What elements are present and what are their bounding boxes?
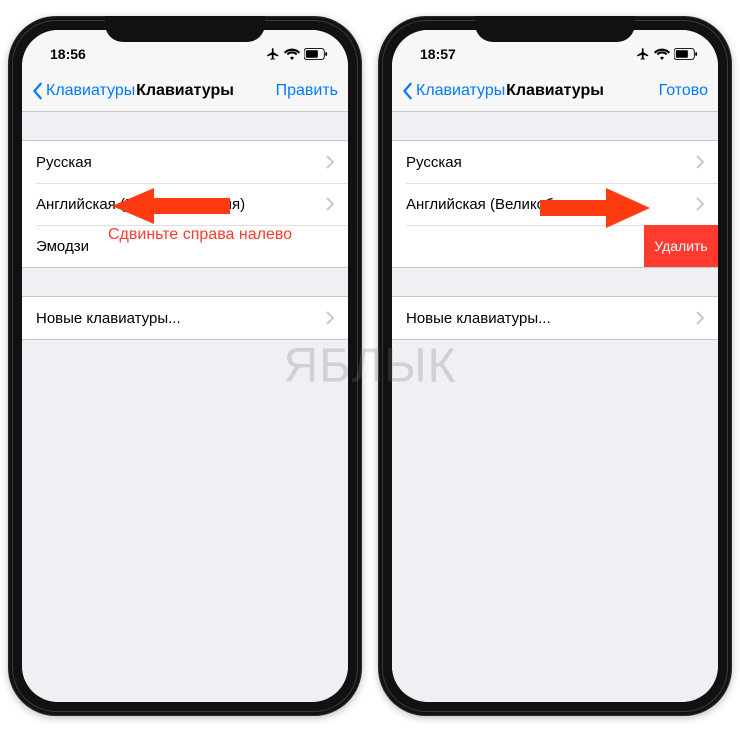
nav-edit-button[interactable]: Править [276, 82, 338, 100]
keyboard-row-russian[interactable]: Русская [22, 141, 348, 183]
add-keyboard-list: Новые клавиатуры... [22, 296, 348, 340]
phone-frame-right: 18:57 Клавиатуры Клавиатуры Готово [378, 16, 732, 716]
nav-bar: Клавиатуры Клавиатуры Править [22, 70, 348, 112]
row-label: Русская [406, 154, 462, 171]
screen-right: 18:57 Клавиатуры Клавиатуры Готово [392, 30, 718, 702]
nav-done-button[interactable]: Готово [659, 82, 708, 100]
keyboard-row-emoji-swiped[interactable]: и Удалить [392, 225, 718, 267]
annotation-caption: Сдвиньте справа налево [108, 226, 292, 244]
row-label: Новые клавиатуры... [36, 310, 181, 327]
nav-title: Клавиатуры [506, 82, 604, 100]
wifi-icon [654, 48, 670, 60]
nav-title: Клавиатуры [136, 82, 234, 100]
airplane-mode-icon [266, 47, 280, 61]
nav-back-label: Клавиатуры [416, 82, 505, 100]
row-label: Английская (Великобритания) [406, 196, 615, 213]
screen-left: 18:56 Клавиатуры Клавиатуры Править [22, 30, 348, 702]
status-right [266, 47, 328, 61]
nav-back-button[interactable]: Клавиатуры [402, 82, 505, 100]
row-label: Английская (Великобритания) [36, 196, 245, 213]
chevron-left-icon [402, 82, 414, 100]
battery-icon [674, 48, 698, 60]
keyboard-row-english[interactable]: Английская (Великобритания) [392, 183, 718, 225]
status-time: 18:56 [50, 46, 86, 62]
nav-bar: Клавиатуры Клавиатуры Готово [392, 70, 718, 112]
add-keyboard-row[interactable]: Новые клавиатуры... [392, 297, 718, 339]
chevron-right-icon [696, 311, 704, 325]
keyboards-list: Русская Английская (Великобритания) и Уд… [392, 140, 718, 268]
row-label: Эмодзи [36, 238, 89, 255]
content-area: Русская Английская (Великобритания) Эмод… [22, 112, 348, 702]
keyboards-list: Русская Английская (Великобритания) Эмод… [22, 140, 348, 268]
add-keyboard-list: Новые клавиатуры... [392, 296, 718, 340]
content-area: Русская Английская (Великобритания) и Уд… [392, 112, 718, 702]
chevron-right-icon [696, 197, 704, 211]
notch [475, 16, 635, 42]
nav-back-button[interactable]: Клавиатуры [32, 82, 135, 100]
chevron-right-icon [696, 155, 704, 169]
wifi-icon [284, 48, 300, 60]
chevron-right-icon [326, 155, 334, 169]
row-label: Новые клавиатуры... [406, 310, 551, 327]
keyboard-row-russian[interactable]: Русская [392, 141, 718, 183]
battery-icon [304, 48, 328, 60]
nav-back-label: Клавиатуры [46, 82, 135, 100]
chevron-right-icon [326, 311, 334, 325]
delete-button[interactable]: Удалить [644, 225, 718, 267]
airplane-mode-icon [636, 47, 650, 61]
keyboard-row-english[interactable]: Английская (Великобритания) [22, 183, 348, 225]
chevron-left-icon [32, 82, 44, 100]
add-keyboard-row[interactable]: Новые клавиатуры... [22, 297, 348, 339]
chevron-right-icon [326, 197, 334, 211]
status-time: 18:57 [420, 46, 456, 62]
notch [105, 16, 265, 42]
phone-frame-left: 18:56 Клавиатуры Клавиатуры Править [8, 16, 362, 716]
row-label: Русская [36, 154, 92, 171]
status-right [636, 47, 698, 61]
